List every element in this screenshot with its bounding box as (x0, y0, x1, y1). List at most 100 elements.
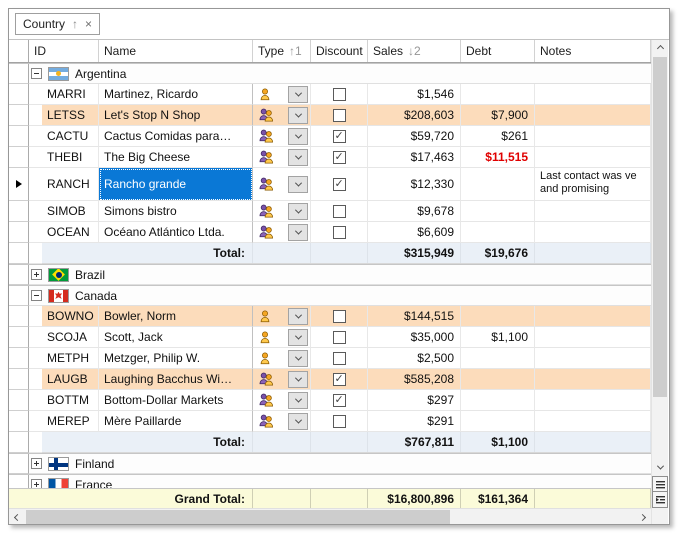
cell-debt[interactable] (461, 348, 535, 369)
checkbox-checked[interactable] (332, 372, 346, 386)
row-indicator-cell[interactable] (9, 369, 29, 390)
cell-debt[interactable]: $7,900 (461, 105, 535, 126)
checkbox-unchecked[interactable] (332, 309, 346, 323)
dropdown-button[interactable] (288, 412, 308, 430)
cell-sales[interactable]: $59,720 (368, 126, 461, 147)
group-row-finland[interactable]: Finland (9, 453, 651, 474)
cell-debt[interactable] (461, 390, 535, 411)
cell-name[interactable]: Let's Stop N Shop (99, 105, 253, 126)
row-indicator-cell[interactable] (9, 147, 29, 168)
cell-id[interactable]: CACTU (42, 126, 99, 147)
cell-name[interactable]: Océano Atlántico Ltda. (99, 222, 253, 243)
cell-type[interactable] (253, 126, 311, 147)
row-indicator-cell[interactable] (9, 348, 29, 369)
cell-debt[interactable]: $261 (461, 126, 535, 147)
cell-sales[interactable]: $2,500 (368, 348, 461, 369)
cell-notes[interactable] (535, 369, 651, 390)
checkbox-unchecked[interactable] (332, 204, 346, 218)
checkbox-checked[interactable] (332, 129, 346, 143)
dropdown-button[interactable] (288, 349, 308, 367)
group-cell[interactable]: Argentina (29, 64, 651, 84)
horizontal-scrollbar[interactable] (9, 508, 651, 524)
checkbox-unchecked[interactable] (332, 414, 346, 428)
cell-type[interactable] (253, 390, 311, 411)
expand-group-button[interactable] (31, 269, 42, 280)
cell-id[interactable]: RANCH (42, 168, 99, 201)
cell-notes[interactable] (535, 306, 651, 327)
dropdown-button[interactable] (288, 202, 308, 220)
group-cell[interactable]: Canada (29, 286, 651, 306)
cell-type[interactable] (253, 411, 311, 432)
cell-type[interactable] (253, 306, 311, 327)
cell-sales[interactable]: $208,603 (368, 105, 461, 126)
cell-type[interactable] (253, 201, 311, 222)
cell-notes[interactable] (535, 411, 651, 432)
column-header-id[interactable]: ID (29, 40, 99, 62)
cell-notes[interactable] (535, 126, 651, 147)
cell-notes[interactable] (535, 105, 651, 126)
cell-id[interactable]: METPH (42, 348, 99, 369)
cell-notes[interactable] (535, 84, 651, 105)
cell-id[interactable]: MEREP (42, 411, 99, 432)
cell-name[interactable]: Cactus Comidas para… (99, 126, 253, 147)
dropdown-button[interactable] (288, 223, 308, 241)
row-indicator-cell[interactable] (9, 84, 29, 105)
checkbox-unchecked[interactable] (332, 87, 346, 101)
cell-type[interactable] (253, 105, 311, 126)
cell-notes[interactable] (535, 327, 651, 348)
group-row-argentina[interactable]: Argentina (9, 63, 651, 84)
group-by-panel[interactable]: Country ↑ × (9, 9, 669, 40)
cell-id[interactable]: BOWNO (42, 306, 99, 327)
checkbox-checked[interactable] (332, 150, 346, 164)
column-header-type[interactable]: Type ↑1 (253, 40, 311, 62)
cell-discount[interactable] (311, 105, 368, 126)
cell-sales[interactable]: $6,609 (368, 222, 461, 243)
row-indicator-cell[interactable] (9, 126, 29, 147)
cell-discount[interactable] (311, 126, 368, 147)
cell-type[interactable] (253, 369, 311, 390)
cell-name[interactable]: Laughing Bacchus Wi… (99, 369, 253, 390)
cell-name[interactable]: Martinez, Ricardo (99, 84, 253, 105)
cell-discount[interactable] (311, 411, 368, 432)
cell-type[interactable] (253, 348, 311, 369)
cell-sales[interactable]: $1,546 (368, 84, 461, 105)
dropdown-button[interactable] (288, 106, 308, 124)
group-cell[interactable]: Brazil (29, 265, 651, 285)
cell-sales[interactable]: $144,515 (368, 306, 461, 327)
row-indicator-cell[interactable] (9, 327, 29, 348)
cell-discount[interactable] (311, 306, 368, 327)
cell-sales[interactable]: $585,208 (368, 369, 461, 390)
cell-id[interactable]: SCOJA (42, 327, 99, 348)
cell-debt[interactable] (461, 168, 535, 201)
checkbox-unchecked[interactable] (332, 108, 346, 122)
cell-name[interactable]: The Big Cheese (99, 147, 253, 168)
dropdown-button[interactable] (288, 127, 308, 145)
dropdown-button[interactable] (288, 148, 308, 166)
cell-debt[interactable] (461, 222, 535, 243)
cell-debt[interactable]: $1,100 (461, 327, 535, 348)
cell-discount[interactable] (311, 327, 368, 348)
group-row-france[interactable]: France (9, 474, 651, 488)
cell-discount[interactable] (311, 201, 368, 222)
scroll-left-arrow-icon[interactable] (9, 509, 26, 525)
cell-discount[interactable] (311, 390, 368, 411)
vertical-scrollbar-track[interactable] (652, 57, 668, 459)
row-indicator-cell[interactable] (9, 222, 29, 243)
dropdown-button[interactable] (288, 391, 308, 409)
cell-debt[interactable]: $11,515 (461, 147, 535, 168)
group-row-canada[interactable]: Canada (9, 285, 651, 306)
cell-id[interactable]: LETSS (42, 105, 99, 126)
row-indicator-cell[interactable] (9, 411, 29, 432)
cell-discount[interactable] (311, 348, 368, 369)
column-header-notes[interactable]: Notes (535, 40, 651, 62)
cell-id[interactable]: BOTTM (42, 390, 99, 411)
cell-sales[interactable]: $35,000 (368, 327, 461, 348)
cell-id[interactable]: LAUGB (42, 369, 99, 390)
cell-sales[interactable]: $9,678 (368, 201, 461, 222)
cell-notes[interactable] (535, 348, 651, 369)
column-header-sales[interactable]: Sales ↓2 (368, 40, 461, 62)
group-chip-country[interactable]: Country ↑ × (15, 13, 101, 35)
cell-sales[interactable]: $291 (368, 411, 461, 432)
row-indicator-cell[interactable] (9, 168, 29, 201)
dropdown-button[interactable] (288, 328, 308, 346)
